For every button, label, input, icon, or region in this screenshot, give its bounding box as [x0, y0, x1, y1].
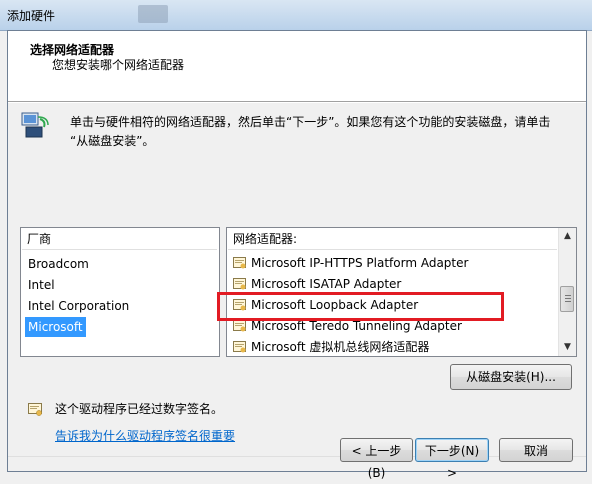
scroll-thumb[interactable] [560, 286, 574, 312]
adapter-item-label: Microsoft ISATAP Adapter [251, 277, 402, 291]
wizard-header: 选择网络适配器 您想安装哪个网络适配器 [8, 31, 586, 102]
vendor-item-intel[interactable]: Intel [25, 275, 58, 295]
back-button[interactable]: < 上一步(B) [340, 438, 413, 480]
instructions-line-2: “从磁盘安装”。 [70, 134, 155, 148]
adapter-item-label: Microsoft Teredo Tunneling Adapter [251, 319, 462, 333]
driver-signed-icon [28, 403, 42, 416]
cancel-button[interactable]: 取消 [499, 438, 573, 462]
header-separator [8, 102, 586, 103]
vendor-listbox[interactable]: 厂商 Broadcom Intel Intel Corporation Micr… [20, 227, 220, 357]
instructions-line-1: 单击与硬件相符的网络适配器，然后单击“下一步”。如果您有这个功能的安装磁盘，请单… [70, 115, 551, 129]
adapter-item-label: Microsoft IP-HTTPS Platform Adapter [251, 256, 469, 270]
network-adapter-icon [21, 112, 49, 138]
next-button[interactable]: 下一步(N) > [415, 438, 489, 480]
adapter-item-icon [233, 278, 246, 290]
redacted-area [138, 5, 168, 23]
adapter-scrollbar[interactable]: ▲ ▼ [558, 228, 576, 356]
dialog-client: 选择网络适配器 您想安装哪个网络适配器 单击与硬件相符的网络适配器，然后单击“下… [7, 30, 587, 480]
title-bar[interactable]: 添加硬件 [0, 0, 592, 31]
scroll-up-icon[interactable]: ▲ [559, 228, 576, 245]
scroll-down-icon[interactable]: ▼ [559, 339, 576, 356]
vendor-item-microsoft[interactable]: Microsoft [25, 317, 86, 337]
driver-signing-link[interactable]: 告诉我为什么驱动程序签名很重要 [55, 427, 235, 444]
grip-icon [565, 295, 571, 303]
adapter-item-ip-https[interactable]: Microsoft IP-HTTPS Platform Adapter [233, 253, 468, 273]
vendor-list-header: 厂商 [22, 229, 217, 250]
adapter-item-isatap[interactable]: Microsoft ISATAP Adapter [233, 274, 401, 294]
adapter-item-hyperv[interactable]: Microsoft 虚拟机总线网络适配器 [233, 337, 430, 356]
adapter-item-icon [233, 341, 246, 353]
loopback-highlight-box [217, 292, 504, 321]
window-title: 添加硬件 [7, 9, 56, 23]
adapter-item-label: Microsoft 虚拟机总线网络适配器 [251, 340, 430, 354]
signature-status: 这个驱动程序已经过数字签名。 [55, 402, 224, 416]
header-subtitle: 您想安装哪个网络适配器 [52, 58, 185, 72]
adapter-item-icon [233, 257, 246, 269]
have-disk-button[interactable]: 从磁盘安装(H)... [450, 364, 572, 390]
instructions: 单击与硬件相符的网络适配器，然后单击“下一步”。如果您有这个功能的安装磁盘，请单… [70, 113, 580, 151]
vendor-item-broadcom[interactable]: Broadcom [25, 254, 92, 274]
adapter-list-header: 网络适配器: [228, 229, 557, 250]
vendor-item-intel-corporation[interactable]: Intel Corporation [25, 296, 132, 316]
